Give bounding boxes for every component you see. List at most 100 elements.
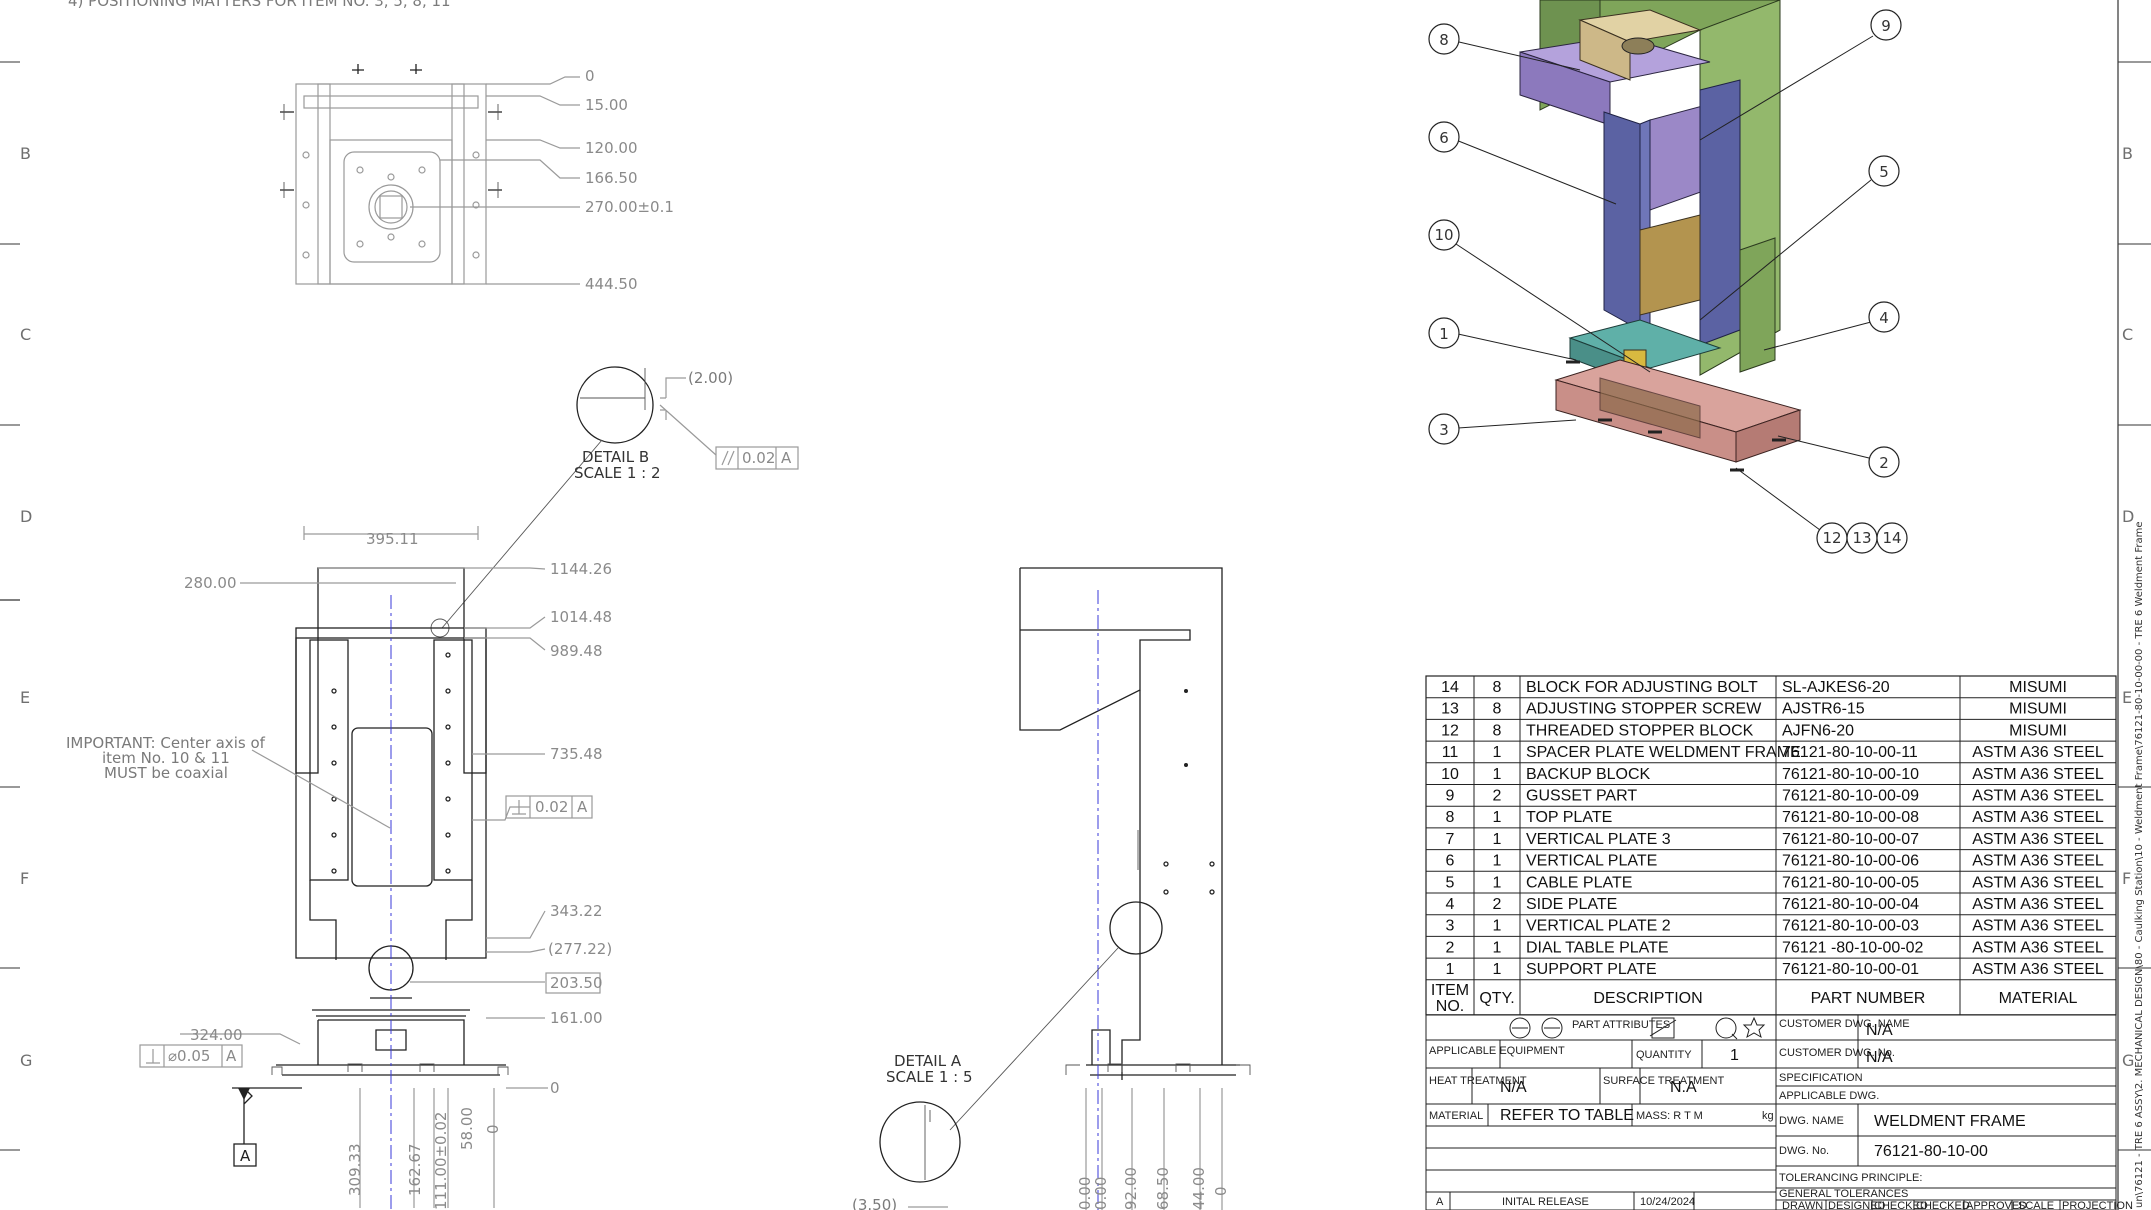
bom-cell: AJFN6-20: [1782, 722, 1854, 739]
side-view-dim-lines: [908, 1088, 1223, 1210]
bom-cell: SL-AJKES6-20: [1782, 679, 1890, 696]
side-dim-2: 0.00: [1092, 1177, 1110, 1210]
bottom-dim-0: 0: [484, 1124, 502, 1134]
bom-cell: 1: [1493, 939, 1502, 956]
balloon-13: 13: [1846, 522, 1878, 554]
bom-cell: SIDE PLATE: [1526, 896, 1617, 913]
bom-cell: 76121-80-10-00-07: [1782, 831, 1919, 848]
bom-cell: TOP PLATE: [1526, 809, 1612, 826]
tb-dwg-name-label: DWG. NAME: [1779, 1115, 1844, 1127]
front-dim-left: 280.00: [184, 574, 237, 592]
bom-cell: VERTICAL PLATE 3: [1526, 831, 1671, 848]
bom-cell: 76121-80-10-00-10: [1782, 766, 1919, 783]
balloon-10: 10: [1428, 219, 1460, 251]
bom-cell: 11: [1442, 744, 1459, 761]
tb-specification-label: SPECIFICATION: [1779, 1072, 1863, 1084]
bom-cell: 8: [1493, 722, 1502, 739]
important-note-line3: MUST be coaxial: [104, 764, 228, 782]
detail-a-scale: SCALE 1 : 5: [886, 1068, 973, 1086]
bom-cell: 14: [1441, 679, 1459, 696]
tb-sign-drawn: DRAWN: [1782, 1200, 1823, 1210]
svg-text:9: 9: [1881, 17, 1891, 35]
bom-cell: 76121 -80-10-00-02: [1782, 939, 1924, 956]
bom-cell: ASTM A36 STEEL: [1972, 766, 2104, 783]
top-dim-120: 120.00: [585, 139, 638, 157]
svg-text:3: 3: [1439, 421, 1449, 439]
bom-cell: GUSSET PART: [1526, 788, 1637, 805]
bom-cell: MISUMI: [2009, 679, 2067, 696]
bom-cell: 76121-80-10-00-09: [1782, 788, 1919, 805]
front-dim-1014: 1014.48: [550, 608, 612, 626]
bom-cell: 2: [1446, 939, 1455, 956]
detail-b-tolerance: 0.02: [742, 449, 775, 467]
bom-cell: 1: [1493, 961, 1502, 978]
bom-cell: 1: [1493, 809, 1502, 826]
zone-left-g: G: [20, 1051, 32, 1070]
detail-a-dim: (3.50): [852, 1196, 897, 1210]
bom-cell: ASTM A36 STEEL: [1972, 809, 2104, 826]
bom-cell: 1: [1493, 918, 1502, 935]
bom-cell: MISUMI: [2009, 701, 2067, 718]
bom-cell: 5: [1446, 874, 1455, 891]
bom-cell: 10: [1441, 766, 1459, 783]
side-dim-4: 68.50: [1154, 1167, 1172, 1210]
top-view: [280, 64, 502, 285]
tb-rev-date: 10/24/2024: [1640, 1196, 1695, 1208]
side-dim-5: 44.00: [1190, 1167, 1208, 1210]
front-dim-324: 324.00: [190, 1026, 243, 1044]
datum-a-label: A: [240, 1147, 251, 1165]
tb-quantity: 1: [1730, 1047, 1739, 1064]
front-perp-datum: A: [577, 798, 588, 816]
balloon-2: 2: [1868, 446, 1900, 478]
bom-cell: 8: [1493, 701, 1502, 718]
bottom-dim-309: 309.33: [346, 1144, 364, 1197]
bom-cell: 6: [1446, 853, 1455, 870]
bom-cell: ASTM A36 STEEL: [1972, 874, 2104, 891]
zone-right-f: F: [2122, 869, 2131, 888]
tb-surface-treatment-label: SURFACE TREATMENT: [1603, 1075, 1724, 1087]
bottom-dim-58: 58.00: [458, 1107, 476, 1150]
side-dim-3: 92.00: [1122, 1167, 1140, 1210]
bom-cell: 4: [1446, 896, 1455, 913]
bom-cell: 1: [1493, 853, 1502, 870]
base-perp-tol: ⌀0.05: [168, 1047, 210, 1065]
svg-text:6: 6: [1439, 129, 1449, 147]
tb-heat-treatment: N/A: [1500, 1079, 1527, 1096]
tb-dwg-name: WELDMENT FRAME: [1874, 1113, 2026, 1130]
tb-quantity-label: QUANTITY: [1636, 1049, 1692, 1061]
tb-tolerancing-label: TOLERANCING PRINCIPLE:: [1779, 1172, 1922, 1184]
svg-text:8: 8: [1439, 31, 1449, 49]
bom-cell: SUPPORT PLATE: [1526, 961, 1657, 978]
bom-cell: 76121-80-10-00-03: [1782, 918, 1919, 935]
bom-cell: ASTM A36 STEEL: [1972, 961, 2104, 978]
zone-left-f: F: [20, 869, 29, 888]
front-dim-1144: 1144.26: [550, 560, 612, 578]
front-dim-161: 161.00: [550, 1009, 603, 1027]
bom-cell: ASTM A36 STEEL: [1972, 918, 2104, 935]
bom-cell: ASTM A36 STEEL: [1972, 744, 2104, 761]
bom-cell: 1: [1493, 744, 1502, 761]
bom-cell: ASTM A36 STEEL: [1972, 853, 2104, 870]
bom-cell: 12: [1441, 722, 1459, 739]
svg-text:12: 12: [1822, 529, 1841, 547]
tb-customer-dwg-name: N/A: [1866, 1022, 1893, 1039]
bom-cell: 76121-80-10-00-06: [1782, 853, 1919, 870]
bom-header-cell: MATERIAL: [1999, 990, 2078, 1007]
tb-sign-checked-2: CHECKED: [1916, 1200, 1970, 1210]
bom-cell: 3: [1446, 918, 1455, 935]
bom-cell: 2: [1493, 896, 1502, 913]
bom-header-cell: DESCRIPTION: [1593, 990, 1702, 1007]
tb-applicable-dwg-label: APPLICABLE DWG.: [1779, 1090, 1879, 1102]
bom-cell: 76121-80-10-00-08: [1782, 809, 1919, 826]
tb-rev-desc: INITAL RELEASE: [1502, 1196, 1589, 1208]
tb-dwg-no-label: DWG. No.: [1779, 1145, 1829, 1157]
balloon-12: 12: [1816, 522, 1848, 554]
drawing-note: 4) POSITIONING MATTERS FOR ITEM NO. 3, 5…: [68, 0, 451, 10]
bom-cell: 1: [1493, 831, 1502, 848]
balloon-3: 3: [1428, 413, 1460, 445]
detail-b-dim: (2.00): [688, 369, 733, 387]
bom-cell: ASTM A36 STEEL: [1972, 939, 2104, 956]
balloon-1: 1: [1428, 317, 1460, 349]
balloon-6: 6: [1428, 121, 1460, 153]
tb-material: REFER TO TABLE: [1500, 1107, 1634, 1124]
